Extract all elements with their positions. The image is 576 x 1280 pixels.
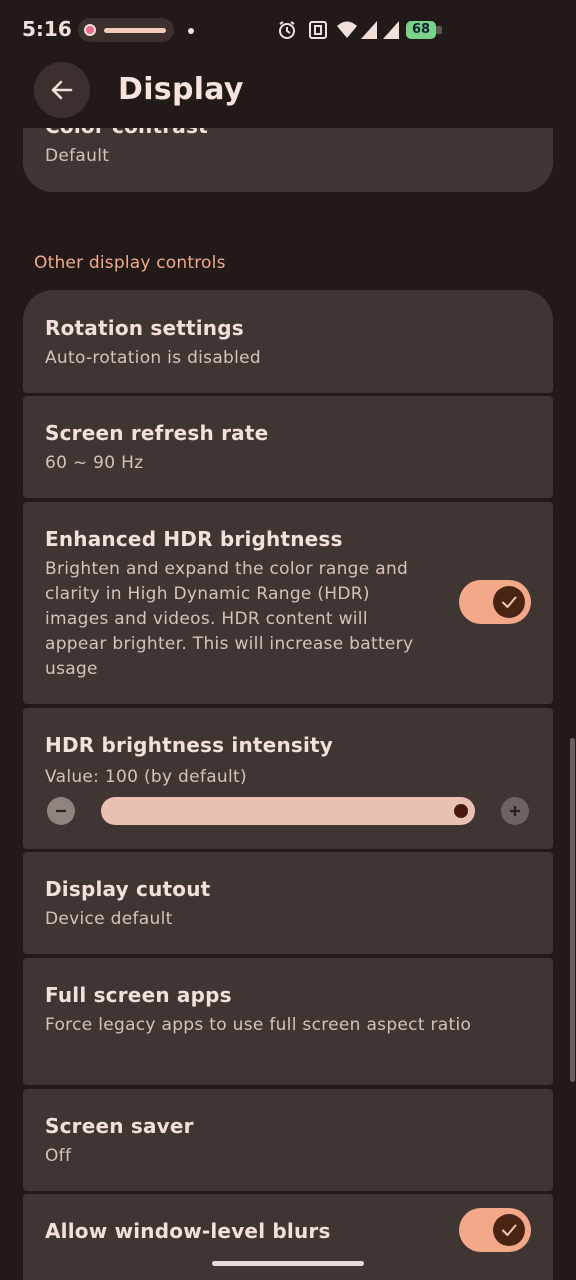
battery-level: 68: [406, 21, 436, 39]
item-subtitle: 60 ~ 90 Hz: [45, 453, 144, 473]
item-subtitle: Off: [45, 1146, 72, 1166]
item-subtitle: Device default: [45, 909, 173, 929]
arrow-back-icon: [51, 80, 73, 100]
item-subtitle: Value: 100 (by default): [45, 767, 247, 787]
page-title: Display: [118, 72, 244, 107]
scrollbar[interactable]: [570, 738, 575, 1082]
signal-icon: [361, 21, 377, 39]
check-icon: [493, 1214, 525, 1246]
check-icon: [493, 586, 525, 618]
item-title: Screen refresh rate: [45, 421, 269, 445]
enhanced-hdr-item[interactable]: Enhanced HDR brightness Brighten and exp…: [23, 502, 553, 704]
item-title: Full screen apps: [45, 983, 232, 1007]
item-subtitle: Brighten and expand the color range and …: [45, 559, 414, 679]
item-subtitle: Default: [45, 146, 110, 166]
increase-button[interactable]: [501, 797, 529, 825]
minus-icon: [56, 809, 66, 813]
decrease-button[interactable]: [47, 797, 75, 825]
item-title: Rotation settings: [45, 316, 244, 340]
hdr-intensity-slider[interactable]: [101, 797, 475, 825]
screen-saver-item[interactable]: Screen saver Off: [23, 1089, 553, 1191]
window-blurs-item[interactable]: Allow window-level blurs: [23, 1194, 553, 1280]
display-cutout-item[interactable]: Display cutout Device default: [23, 852, 553, 954]
plus-icon: [510, 806, 520, 816]
more-notifications-dot-icon: [188, 28, 194, 34]
section-header: Other display controls: [34, 253, 226, 273]
screen-refresh-rate-item[interactable]: Screen refresh rate 60 ~ 90 Hz: [23, 396, 553, 498]
wifi-icon: [337, 21, 357, 38]
status-bar: 5:16 68: [0, 0, 576, 60]
settings-list[interactable]: Color contrast Default Other display con…: [0, 128, 576, 1280]
item-title: Enhanced HDR brightness: [45, 527, 343, 551]
item-subtitle: Force legacy apps to use full screen asp…: [45, 1015, 472, 1035]
item-subtitle: Auto-rotation is disabled: [45, 348, 262, 368]
status-time: 5:16: [22, 17, 72, 41]
item-title: HDR brightness intensity: [45, 733, 334, 757]
rotation-settings-item[interactable]: Rotation settings Auto-rotation is disab…: [23, 290, 553, 393]
hdr-intensity-item: HDR brightness intensity Value: 100 (by …: [23, 708, 553, 849]
item-title: Color contrast: [45, 128, 208, 138]
battery-charging-icon: [436, 26, 442, 34]
window-blurs-toggle[interactable]: [459, 1208, 531, 1252]
back-button[interactable]: [34, 62, 90, 118]
hdr-toggle[interactable]: [459, 580, 531, 624]
color-contrast-item[interactable]: Color contrast Default: [23, 128, 553, 192]
notification-pill-icon: [78, 18, 174, 42]
item-title: Screen saver: [45, 1114, 194, 1138]
full-screen-apps-item[interactable]: Full screen apps Force legacy apps to us…: [23, 958, 553, 1085]
app-bar: Display: [0, 60, 576, 128]
signal-icon: [383, 21, 399, 39]
gesture-nav-handle[interactable]: [212, 1261, 364, 1266]
nfc-icon: [309, 21, 327, 39]
slider-thumb[interactable]: [454, 804, 468, 818]
item-title: Display cutout: [45, 877, 211, 901]
alarm-icon: [279, 21, 295, 39]
item-title: Allow window-level blurs: [45, 1219, 331, 1243]
